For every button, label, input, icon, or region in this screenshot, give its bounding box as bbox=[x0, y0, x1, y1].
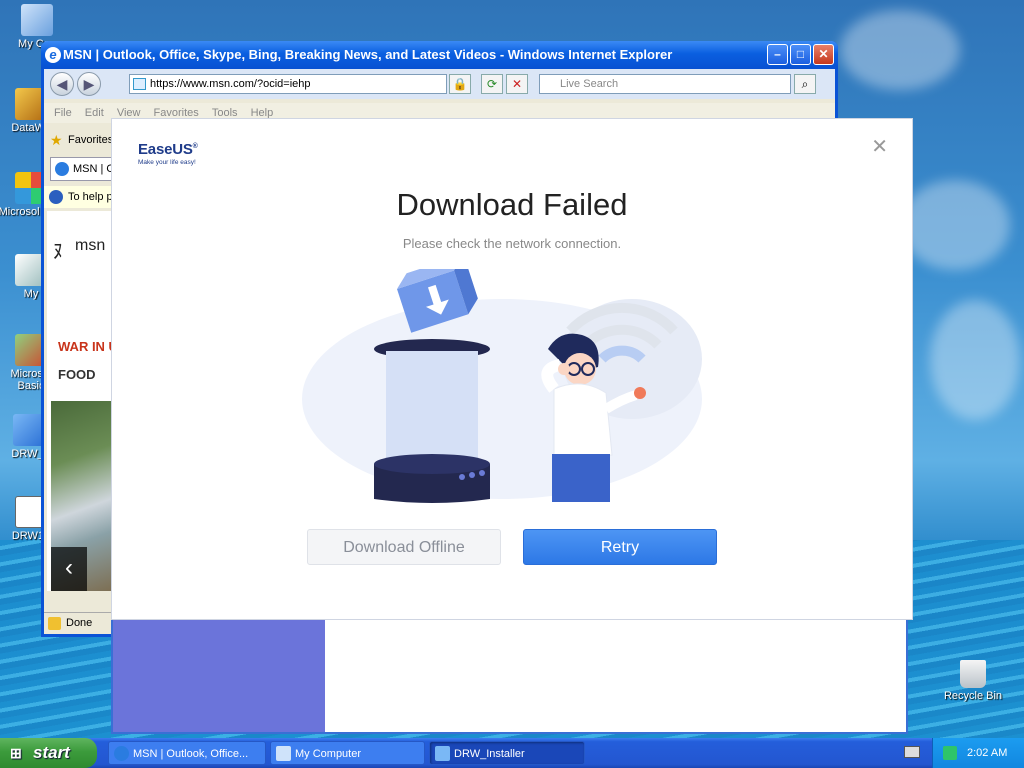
status-text: Done bbox=[66, 617, 93, 629]
search-placeholder: Live Search bbox=[560, 78, 619, 90]
network-icon[interactable] bbox=[943, 746, 957, 760]
installer-icon bbox=[435, 746, 450, 761]
ie-tab-msn[interactable]: MSN | O bbox=[50, 157, 120, 181]
ie-address-bar: ◀ ▶ https://www.msn.com/?ocid=iehp 🔒 ⟳ ✕… bbox=[44, 69, 835, 99]
cloud bbox=[930, 300, 1020, 420]
easeus-logo: EaseUS® Make your life easy! bbox=[138, 141, 198, 166]
download-offline-button[interactable]: Download Offline bbox=[307, 529, 501, 565]
cloud bbox=[840, 10, 960, 90]
shield-icon bbox=[49, 190, 63, 204]
back-button[interactable]: ◀ bbox=[50, 72, 74, 96]
forward-button[interactable]: ▶ bbox=[77, 72, 101, 96]
network-error-illustration bbox=[302, 269, 702, 503]
ie-logo-icon: e bbox=[45, 47, 61, 63]
url-input[interactable]: https://www.msn.com/?ocid=iehp bbox=[129, 74, 447, 94]
ie-title-text: MSN | Outlook, Office, Skype, Bing, Brea… bbox=[63, 47, 673, 62]
ie-logo-icon bbox=[114, 746, 129, 761]
msn-logo[interactable]: msn bbox=[75, 237, 105, 255]
status-page-icon bbox=[48, 617, 61, 630]
installer-window-background bbox=[111, 617, 908, 734]
lock-icon[interactable]: 🔒 bbox=[449, 74, 471, 94]
info-bar-text: To help p bbox=[68, 191, 113, 203]
desktop-icon-recycle-bin[interactable]: Recycle Bin bbox=[938, 660, 1008, 702]
windows-flag-icon: ⊞ bbox=[10, 745, 22, 761]
headline-link[interactable]: WAR IN U bbox=[58, 339, 118, 354]
section-food[interactable]: FOOD bbox=[58, 367, 96, 382]
ie-logo-icon bbox=[55, 162, 69, 176]
task-label: My Computer bbox=[295, 748, 362, 760]
brand-name: EaseUS bbox=[138, 141, 193, 158]
search-input[interactable]: Live Search bbox=[539, 74, 791, 94]
carousel-prev-button[interactable]: ‹ bbox=[51, 547, 87, 591]
task-ie[interactable]: MSN | Outlook, Office... bbox=[108, 741, 266, 765]
clock[interactable]: 2:02 AM bbox=[967, 747, 1007, 759]
url-text: https://www.msn.com/?ocid=iehp bbox=[150, 78, 311, 90]
system-tray: 2:02 AM bbox=[932, 738, 1024, 768]
dialog-close-icon[interactable]: ✕ bbox=[871, 137, 888, 157]
installer-side-panel bbox=[113, 619, 325, 732]
retry-button[interactable]: Retry bbox=[523, 529, 717, 565]
star-icon: ★ bbox=[50, 132, 63, 148]
task-drw-installer[interactable]: DRW_Installer bbox=[429, 741, 585, 765]
page-icon bbox=[133, 78, 146, 90]
task-my-computer[interactable]: My Computer bbox=[270, 741, 425, 765]
msn-butterfly-icon: ﾇ bbox=[53, 241, 63, 263]
recycle-bin-icon bbox=[960, 660, 986, 688]
menu-edit[interactable]: Edit bbox=[85, 103, 104, 123]
ie-title-bar[interactable]: e MSN | Outlook, Office, Skype, Bing, Br… bbox=[41, 41, 838, 69]
keyboard-icon[interactable] bbox=[904, 746, 920, 758]
cloud bbox=[900, 180, 1010, 270]
refresh-button[interactable]: ⟳ bbox=[481, 74, 503, 94]
tab-label: MSN | O bbox=[73, 163, 115, 175]
download-failed-dialog[interactable]: EaseUS® Make your life easy! ✕ Download … bbox=[112, 119, 912, 619]
start-button[interactable]: ⊞ start bbox=[0, 738, 97, 768]
close-button[interactable]: ✕ bbox=[813, 44, 834, 65]
maximize-button[interactable]: □ bbox=[790, 44, 811, 65]
menu-file[interactable]: File bbox=[54, 103, 72, 123]
task-label: MSN | Outlook, Office... bbox=[133, 748, 249, 760]
taskbar: ⊞ start MSN | Outlook, Office... My Comp… bbox=[0, 738, 1024, 768]
task-label: DRW_Installer bbox=[454, 748, 525, 760]
search-go-button[interactable]: ⌕ bbox=[794, 74, 816, 94]
stop-button[interactable]: ✕ bbox=[506, 74, 528, 94]
minimize-button[interactable]: – bbox=[767, 44, 788, 65]
computer-icon bbox=[276, 746, 291, 761]
favorites-label: Favorites bbox=[68, 134, 114, 146]
start-label: start bbox=[33, 743, 70, 762]
dialog-subtitle: Please check the network connection. bbox=[402, 236, 622, 251]
brand-tagline: Make your life easy! bbox=[138, 159, 196, 166]
computer-icon bbox=[21, 4, 53, 36]
dialog-title: Download Failed bbox=[396, 187, 628, 222]
